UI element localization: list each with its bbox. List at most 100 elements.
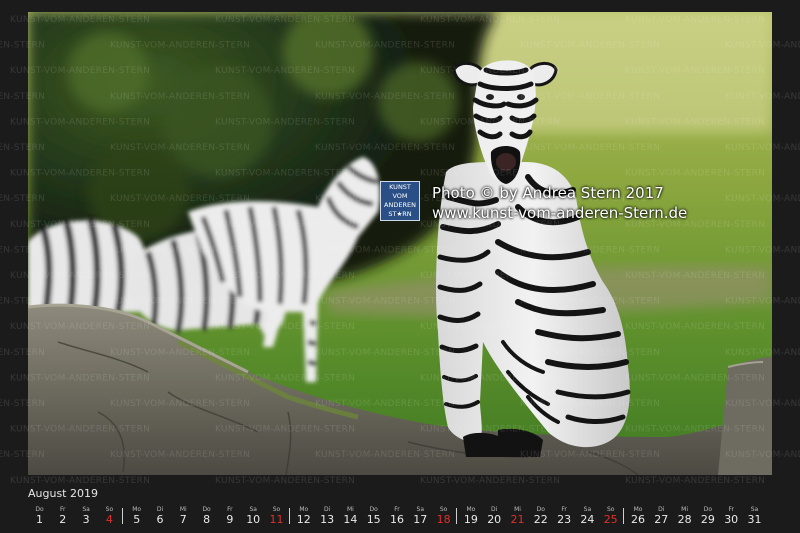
calendar-month: August 2019 <box>28 487 98 500</box>
calendar-day: Fr 16 <box>386 506 409 527</box>
calendar-date: 26 <box>631 513 645 526</box>
calendar-weekday: Mi <box>514 506 521 513</box>
calendar-weekday: Sa <box>82 506 90 513</box>
calendar-day: Sa 3 <box>75 506 98 527</box>
credit-copyright: Photo © by Andrea Stern 2017 <box>432 184 664 202</box>
calendar-weekday: So <box>439 506 448 513</box>
calendar-day: Sa 24 <box>576 506 599 527</box>
calendar-weekday: Do <box>369 506 378 513</box>
calendar-weekday: Mi <box>681 506 689 513</box>
calendar-day: Sa 10 <box>242 506 265 527</box>
calendar-date: 24 <box>580 513 595 526</box>
calendar-date: 20 <box>487 513 502 526</box>
calendar-weekday: Mi <box>346 506 354 513</box>
calendar-weekday: Fr <box>394 506 400 513</box>
logo-line: VOM <box>392 192 408 200</box>
calendar-date: 8 <box>203 513 211 526</box>
brand-logo: KUNST VOM ANDEREN ST★RN <box>380 181 420 221</box>
calendar-date: 17 <box>413 513 428 526</box>
calendar-day: So 4 <box>98 506 121 527</box>
calendar-weekday: Fr <box>561 506 567 513</box>
calendar-day: Fr 2 <box>51 506 74 527</box>
calendar-day: Sa 31 <box>743 506 766 527</box>
calendar-date: 29 <box>700 513 715 526</box>
calendar-date: 12 <box>296 513 311 526</box>
calendar-day: Sa 17 <box>409 506 432 527</box>
calendar-day: Di 20 <box>483 506 506 527</box>
calendar-date: 23 <box>557 513 572 526</box>
watermark-text: KUNST-VOM-ANDEREN-STERN <box>215 476 355 486</box>
calendar-day: So 11 <box>265 506 288 527</box>
credit-website: www.kunst-vom-anderen-Stern.de <box>432 204 688 222</box>
calendar-date: 5 <box>133 513 141 526</box>
calendar-day: Di 27 <box>650 506 673 527</box>
calendar-weekday: Fr <box>60 506 66 513</box>
calendar-weekday: Sa <box>750 506 759 513</box>
calendar-date: 13 <box>320 513 335 526</box>
calendar-weekday: Sa <box>416 506 425 513</box>
calendar-date: 15 <box>366 513 381 526</box>
calendar-day: Do 29 <box>696 506 719 527</box>
calendar-weekday: Do <box>703 506 713 513</box>
calendar-day: Fr 9 <box>218 506 241 527</box>
watermark-text: KUNST-VOM-ANDEREN-STERN <box>625 476 765 486</box>
calendar-day: Mo 5 <box>125 506 148 527</box>
calendar-weekday: Mo <box>466 506 476 513</box>
calendar-day: Do 1 <box>28 506 51 527</box>
calendar-weekday: Mo <box>299 506 309 513</box>
calendar-date: 7 <box>179 513 187 526</box>
calendar-day: Mi 28 <box>673 506 696 527</box>
calendar-weekday: Mo <box>132 506 142 513</box>
calendar-weekday: Do <box>536 506 545 513</box>
calendar-date: 21 <box>510 513 525 526</box>
calendar-weekday: Do <box>202 506 211 513</box>
calendar-date: 4 <box>105 513 113 526</box>
calendar-day: Di 13 <box>316 506 339 527</box>
calendar-day: Do 15 <box>362 506 385 527</box>
calendar-weekday: Di <box>323 506 331 513</box>
calendar-date: 28 <box>677 513 692 526</box>
calendar-date: 2 <box>59 513 67 526</box>
calendar-date: 1 <box>36 513 43 526</box>
calendar-day: Mo 19 <box>459 506 482 527</box>
calendar-day: Do 22 <box>529 506 552 527</box>
calendar-strip: Do 1 Fr 2 Sa 3 So 4 Mo 5 Di 6 Mi 7 Do 8 Fr 9 Sa 10 So 11 Mo 12 D… <box>28 506 772 533</box>
calendar-day: Mi 21 <box>506 506 529 527</box>
calendar-date: 10 <box>246 513 261 526</box>
calendar-date: 31 <box>747 513 762 526</box>
watermark-text: KUNST-VOM-ANDEREN-STERN <box>420 476 560 486</box>
calendar-day: Mo 26 <box>627 506 650 527</box>
calendar-day: Di 6 <box>149 506 172 527</box>
zebra-photo <box>28 12 772 475</box>
calendar-day: Fr 30 <box>720 506 743 527</box>
calendar-day: So 25 <box>599 506 622 527</box>
calendar-date: 30 <box>724 513 739 526</box>
calendar-date: 14 <box>343 513 358 526</box>
calendar-weekday: So <box>105 506 114 513</box>
logo-line: KUNST <box>389 183 411 191</box>
calendar-weekday: Sa <box>249 506 257 513</box>
calendar-day: Mi 7 <box>172 506 195 527</box>
watermark-text: KUNST-VOM-ANDEREN-STERN <box>10 476 150 486</box>
calendar-weekday: Fr <box>227 506 233 513</box>
calendar-weekday: Mo <box>633 506 643 513</box>
calendar-date: 3 <box>82 513 90 526</box>
calendar-date: 11 <box>269 513 284 526</box>
calendar-date: 27 <box>654 513 669 526</box>
week-separator <box>623 508 624 524</box>
calendar-weekday: Do <box>35 506 44 513</box>
photo-credit: Photo © by Andrea Stern 2017 www.kunst-v… <box>432 183 687 223</box>
calendar-date: 18 <box>436 513 451 526</box>
calendar-weekday: Fr <box>728 506 734 513</box>
calendar-date: 19 <box>463 513 478 526</box>
calendar-weekday: Sa <box>583 506 592 513</box>
calendar-weekday: Mi <box>179 506 187 513</box>
week-separator <box>121 508 123 524</box>
week-separator <box>455 508 457 524</box>
calendar-date: 9 <box>226 513 234 526</box>
calendar-weekday: So <box>272 506 281 513</box>
logo-line: ST★RN <box>388 210 412 218</box>
calendar-day: So 18 <box>432 506 455 527</box>
calendar-weekday: Di <box>156 506 164 513</box>
calendar-weekday: So <box>606 506 615 513</box>
